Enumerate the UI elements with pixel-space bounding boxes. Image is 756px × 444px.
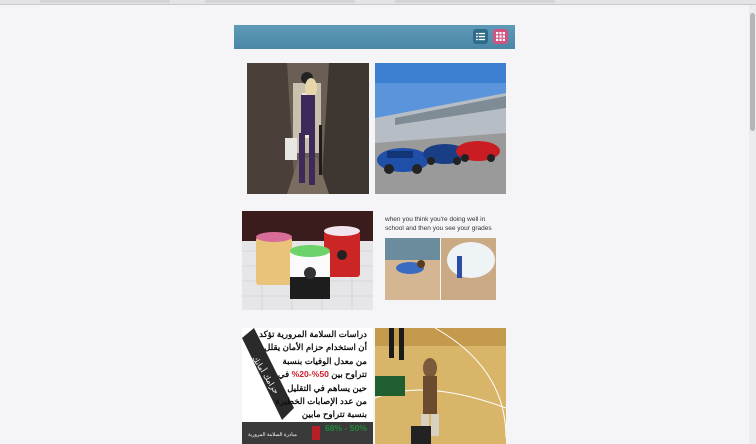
gallery-toolbar [234,25,515,49]
poster-line-4b: 50%-20% [291,369,329,380]
list-view-button[interactable] [473,29,488,44]
poster-line-6: من عدد الإصابات الخطيرة [275,396,367,407]
browser-tab[interactable] [395,0,555,3]
gallery-item-basketball-photo[interactable] [375,328,506,444]
poster-line-5: حين يساهم في التقليل [287,382,367,393]
page-scrollbar[interactable] [749,5,756,444]
basketball-photo-image [375,328,506,444]
meme-caption: when you think you're doing well in scho… [385,216,492,232]
meme-beach-image [385,238,496,300]
browser-tab-strip [0,0,756,5]
browser-tab[interactable] [205,0,355,3]
list-icon [476,32,485,41]
hallway-photo-image [247,63,369,194]
gallery-item-hallway-photo[interactable] [247,63,369,194]
scrollbar-thumb[interactable] [750,13,755,131]
poster-line-4: تتراوح بين 50%-20% في [249,368,367,381]
grid-view-button[interactable] [493,29,508,44]
gallery-item-road-safety-poster[interactable]: حزامك أمانك دراسات السلامة المرورية تؤكد… [242,328,373,444]
poster-line-1: دراسات السلامة المرورية تؤكد [259,329,367,339]
browser-tab[interactable] [40,0,170,3]
grid-icon [496,32,505,41]
poster-text: دراسات السلامة المرورية تؤكد أن استخدام … [249,328,367,435]
cars-photo-image [375,63,506,194]
poster-line-3: من معدل الوفيات بنسبة [282,355,367,366]
gallery-item-grades-meme[interactable]: when you think you're doing well in scho… [385,211,506,306]
gallery-item-cars-photo[interactable] [375,63,506,194]
poster-line-4a: تتراوح بين [331,369,367,380]
gallery-item-mugs-photo[interactable] [242,211,373,310]
poster-line-7: بنسبة تتراوح مابين [301,409,367,420]
mugs-photo-image [242,211,373,310]
poster-line-2: أن استخدام حزام الأمان يقلل [264,342,367,353]
poster-line-4c: في [277,369,290,380]
poster-brand: مبادرة السلامة المرورية [248,432,297,438]
